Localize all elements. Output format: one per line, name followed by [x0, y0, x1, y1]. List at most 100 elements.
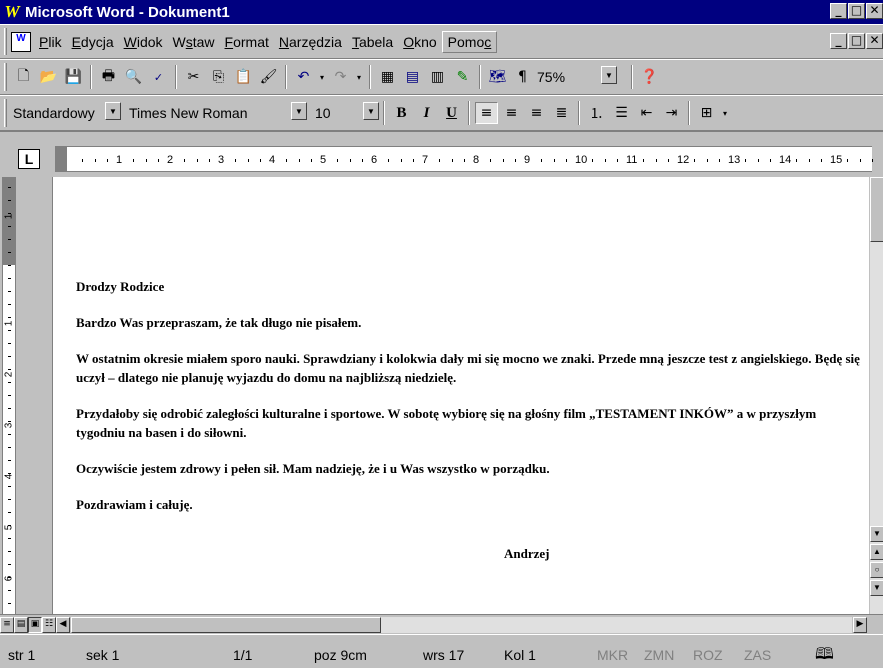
document-map-icon[interactable]: 🗺: [486, 66, 509, 88]
document-page[interactable]: Drodzy Rodzice Bardzo Was przepraszam, ż…: [52, 177, 869, 614]
zoom-select[interactable]: 75% ▼: [535, 66, 627, 88]
paragraph[interactable]: Bardzo Was przepraszam, że tak długo nie…: [76, 313, 866, 332]
next-page-icon[interactable]: ▼: [870, 580, 883, 596]
help-icon[interactable]: ❓: [638, 66, 661, 88]
doc-restore-button[interactable]: □: [848, 33, 865, 49]
status-track-changes[interactable]: ZMN: [644, 647, 674, 663]
paragraph[interactable]: Przydałoby się odrobić zaległości kultur…: [76, 404, 866, 442]
menu-format[interactable]: Format: [220, 34, 274, 50]
chevron-down-icon[interactable]: ▼: [601, 66, 617, 84]
open-folder-icon[interactable]: 📂: [37, 66, 60, 88]
align-right-icon[interactable]: ≡: [525, 102, 548, 124]
vertical-ruler-tick: [8, 499, 11, 500]
scroll-down-icon[interactable]: ▼: [870, 526, 883, 542]
ruler-tick: [362, 159, 363, 162]
chevron-down-icon[interactable]: ▼: [105, 102, 121, 120]
ruler-tick: [286, 159, 287, 162]
undo-icon[interactable]: ↶: [292, 66, 315, 88]
save-icon[interactable]: 💾: [62, 66, 85, 88]
document-icon[interactable]: W: [11, 31, 31, 52]
menu-tabela[interactable]: Tabela: [347, 34, 398, 50]
new-document-icon[interactable]: 🗋: [12, 66, 35, 88]
minimize-button[interactable]: _: [830, 3, 847, 19]
copy-icon[interactable]: ⎘: [207, 66, 230, 88]
menu-wstaw[interactable]: Wstaw: [168, 34, 220, 50]
toolbar-grip[interactable]: [4, 99, 7, 127]
menu-plik[interactable]: Plik: [34, 34, 67, 50]
paragraph[interactable]: Pozdrawiam i całuję.: [76, 495, 866, 514]
toolbar-grip[interactable]: [4, 63, 7, 91]
borders-icon[interactable]: ⊞: [695, 102, 718, 124]
vertical-scroll-thumb[interactable]: [870, 177, 883, 242]
doc-close-button[interactable]: ✕: [866, 33, 883, 49]
underline-button[interactable]: U: [440, 102, 463, 124]
chevron-down-icon[interactable]: ▼: [291, 102, 307, 120]
print-preview-icon[interactable]: 🔍: [122, 66, 145, 88]
horizontal-scrollbar[interactable]: [71, 616, 852, 633]
cut-icon[interactable]: ✂: [182, 66, 205, 88]
normal-view-icon[interactable]: ≡: [0, 616, 14, 633]
font-size-select[interactable]: 10 ▼: [313, 102, 379, 124]
columns-icon[interactable]: ▥: [426, 66, 449, 88]
increase-indent-icon[interactable]: ⇥: [660, 102, 683, 124]
redo-dropdown-icon[interactable]: ▾: [354, 66, 364, 88]
doc-minimize-button[interactable]: _: [830, 33, 847, 49]
status-record-macro[interactable]: MKR: [597, 647, 628, 663]
close-button[interactable]: ✕: [866, 3, 883, 19]
status-overtype[interactable]: ZAS: [744, 647, 771, 663]
horizontal-ruler[interactable]: 1 2 3 4 5 6 7 8 9 10 11 12 13 14 15: [55, 146, 873, 172]
vertical-ruler[interactable]: 1123456: [2, 177, 16, 614]
vertical-scrollbar[interactable]: ▼ ▲ ○ ▼: [869, 177, 883, 614]
spelling-status-icon[interactable]: 🕮: [815, 643, 834, 668]
insert-table-icon[interactable]: ▤: [401, 66, 424, 88]
paste-icon[interactable]: 📋: [232, 66, 255, 88]
menu-pomoc[interactable]: Pomoc: [441, 30, 498, 53]
tab-selector[interactable]: L: [18, 149, 40, 169]
bold-button[interactable]: B: [390, 102, 413, 124]
menu-okno[interactable]: Okno: [398, 34, 441, 50]
menu-widok[interactable]: Widok: [119, 34, 168, 50]
borders-dropdown-icon[interactable]: ▾: [720, 102, 730, 124]
menubar-grip[interactable]: [4, 28, 7, 55]
font-select[interactable]: Times New Roman ▼: [127, 102, 307, 124]
maximize-button[interactable]: □: [848, 3, 865, 19]
italic-button[interactable]: I: [415, 102, 438, 124]
drawing-icon[interactable]: ✎: [451, 66, 474, 88]
status-extend[interactable]: ROZ: [693, 647, 723, 663]
outline-view-icon[interactable]: ☷: [42, 616, 56, 633]
justify-icon[interactable]: ≣: [550, 102, 573, 124]
previous-page-icon[interactable]: ▲: [870, 544, 883, 560]
scroll-left-icon[interactable]: ◀: [56, 616, 70, 633]
align-center-icon[interactable]: ≡: [500, 102, 523, 124]
title-bar: W Microsoft Word - Dokument1 _ □ ✕: [0, 0, 883, 24]
web-layout-icon[interactable]: ▤: [14, 616, 28, 633]
paragraph[interactable]: Oczywiście jestem zdrowy i pełen sił. Ma…: [76, 459, 866, 478]
toolbar-separator: [90, 65, 92, 89]
numbering-icon[interactable]: ⒈: [585, 102, 608, 124]
paragraph[interactable]: Drodzy Rodzice: [76, 277, 866, 296]
redo-icon[interactable]: ↷: [329, 66, 352, 88]
horizontal-scroll-thumb[interactable]: [71, 616, 381, 633]
signature[interactable]: Andrzej: [76, 544, 866, 563]
print-icon[interactable]: 🖶: [97, 66, 120, 88]
style-select[interactable]: Standardowy ▼: [11, 102, 121, 124]
menu-narzedzia[interactable]: Narzędzia: [274, 34, 347, 50]
menu-edycja[interactable]: Edycja: [67, 34, 119, 50]
spelling-icon[interactable]: ✓: [147, 66, 170, 88]
format-painter-icon[interactable]: 🖌: [257, 66, 280, 88]
tables-borders-icon[interactable]: ▦: [376, 66, 399, 88]
undo-dropdown-icon[interactable]: ▾: [317, 66, 327, 88]
scroll-right-icon[interactable]: ▶: [853, 616, 867, 633]
bullets-icon[interactable]: ☰: [610, 102, 633, 124]
decrease-indent-icon[interactable]: ⇤: [635, 102, 658, 124]
paragraph[interactable]: W ostatnim okresie miałem sporo nauki. S…: [76, 349, 866, 387]
show-formatting-icon[interactable]: ¶: [511, 66, 534, 88]
chevron-down-icon[interactable]: ▼: [363, 102, 379, 120]
browse-object-icon[interactable]: ○: [870, 562, 883, 578]
toolbar-separator: [285, 65, 287, 89]
document-body[interactable]: Drodzy Rodzice Bardzo Was przepraszam, ż…: [76, 277, 866, 580]
print-layout-icon[interactable]: ▣: [28, 616, 42, 633]
vertical-ruler-tick: [8, 356, 11, 357]
align-left-icon[interactable]: ≡: [475, 102, 498, 124]
ruler-number: 2: [167, 154, 174, 166]
